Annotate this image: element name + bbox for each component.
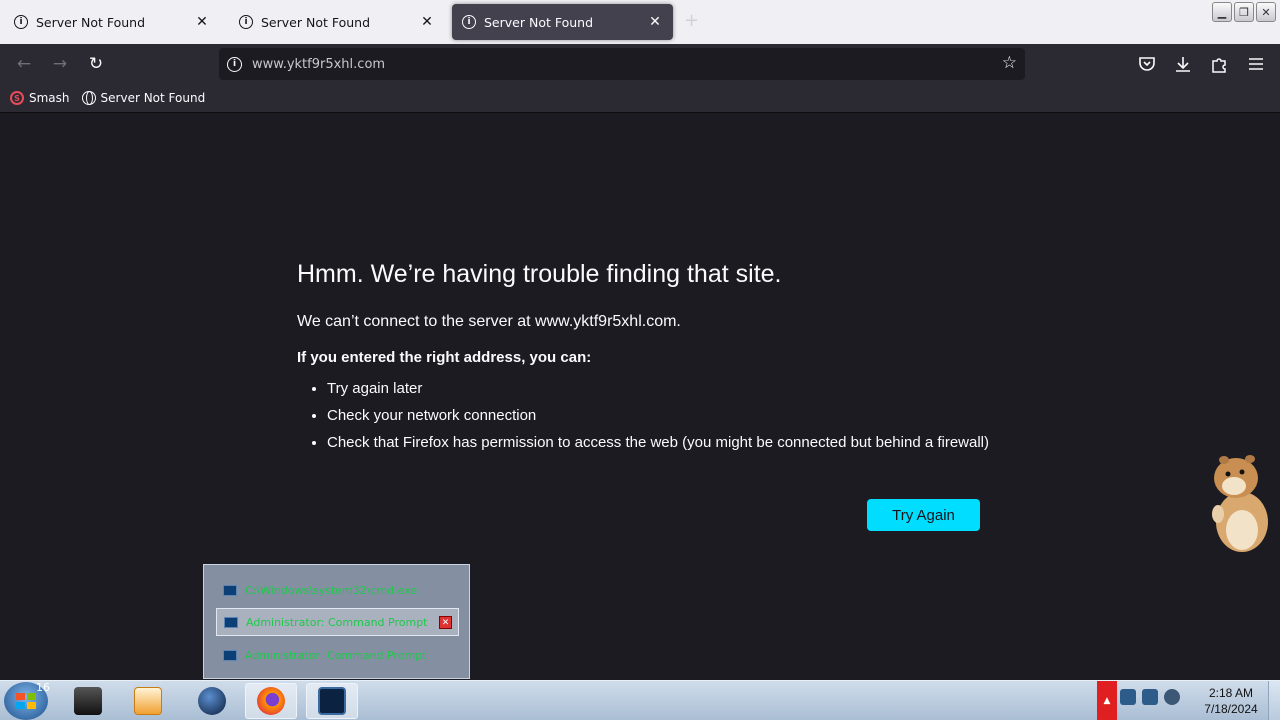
tab-strip: i Server Not Found ✕ i Server Not Found … [0, 0, 1280, 44]
suggestion-item: Check that Firefox has permission to acc… [327, 434, 997, 451]
restore-icon[interactable]: ❐ [1234, 2, 1254, 22]
tray-app-icon[interactable] [1120, 689, 1136, 705]
taskbar-window-preview: C:\Windows\system32\cmd.exe Administrato… [203, 564, 470, 679]
info-icon: i [239, 15, 253, 29]
bookmark-label: Server Not Found [100, 91, 206, 105]
suggestion-item: Check your network connection [327, 407, 997, 424]
system-tray [1120, 689, 1180, 705]
show-hidden-icons-button[interactable]: ▲ [1097, 681, 1117, 720]
bookmark-server-not-found[interactable]: Server Not Found [81, 91, 206, 105]
bookmark-label: Smash [29, 91, 70, 105]
hamster-mascot-image [1212, 455, 1268, 552]
bookmark-star-icon[interactable]: ☆ [1002, 53, 1017, 73]
url-bar[interactable]: i ☆ [219, 48, 1025, 80]
bookmarks-toolbar: S Smash Server Not Found [0, 84, 1280, 113]
windows-logo-icon [16, 693, 36, 709]
taskbar-badge: 16 [36, 681, 50, 694]
close-tab-icon[interactable]: ✕ [647, 14, 663, 30]
downloads-icon[interactable] [1174, 55, 1192, 73]
server-app-icon [74, 687, 102, 715]
tray-display-icon[interactable] [1142, 689, 1158, 705]
tab-1[interactable]: i Server Not Found ✕ [4, 4, 220, 40]
close-window-icon[interactable]: ✕ [439, 616, 452, 629]
url-input[interactable] [252, 56, 952, 72]
tab-title: Server Not Found [484, 14, 594, 30]
tab-3-active[interactable]: i Server Not Found ✕ [452, 4, 673, 40]
pocket-icon[interactable] [1138, 55, 1156, 73]
preview-item-label: Administrator: Command Prompt [246, 615, 428, 629]
media-player-icon [134, 687, 162, 715]
system-clock[interactable]: 2:18 AM 7/18/2024 [1196, 685, 1266, 717]
window-controls: ▁ ❐ ✕ [1212, 2, 1276, 22]
close-window-icon[interactable]: ✕ [1256, 2, 1276, 22]
minimize-icon[interactable]: ▁ [1212, 2, 1232, 22]
preview-item[interactable]: C:\Windows\system32\cmd.exe [216, 576, 459, 604]
clock-date: 7/18/2024 [1204, 702, 1258, 716]
error-message: We can’t connect to the server at www.yk… [297, 313, 681, 330]
suggestion-list: Try again later Check your network conne… [297, 380, 997, 451]
taskbar-app-server[interactable] [62, 683, 114, 719]
info-icon: i [462, 15, 476, 29]
tray-network-icon[interactable] [1164, 689, 1180, 705]
taskbar: 16 ▲ 2:18 AM 7/18/2024 [0, 680, 1280, 720]
taskbar-app-network[interactable] [186, 683, 238, 719]
tab-title: Server Not Found [261, 14, 371, 30]
extensions-icon[interactable] [1210, 55, 1228, 73]
clock-time: 2:18 AM [1208, 686, 1254, 700]
show-desktop-button[interactable] [1268, 681, 1280, 720]
taskbar-app-command-prompt[interactable] [306, 683, 358, 719]
site-info-icon[interactable]: i [227, 56, 242, 72]
taskbar-app-media-player[interactable] [122, 683, 174, 719]
tab-2[interactable]: i Server Not Found ✕ [229, 4, 445, 40]
console-icon [318, 687, 346, 715]
firefox-icon [257, 687, 285, 715]
close-tab-icon[interactable]: ✕ [419, 14, 435, 30]
error-title: Hmm. We’re having trouble finding that s… [297, 260, 782, 288]
console-icon [223, 649, 237, 661]
reload-button[interactable]: ↻ [84, 52, 108, 76]
new-tab-button[interactable]: + [684, 10, 699, 31]
preview-item-label: Administrator: Command Prompt [245, 648, 427, 662]
globe-app-icon [198, 687, 226, 715]
menu-icon[interactable] [1247, 56, 1265, 72]
error-subtitle: If you entered the right address, you ca… [297, 349, 592, 366]
suggestion-item: Try again later [327, 380, 997, 397]
back-button[interactable]: ← [12, 52, 36, 76]
smash-logo-icon: S [10, 91, 24, 105]
info-icon: i [14, 15, 28, 29]
preview-item-label: C:\Windows\system32\cmd.exe [245, 583, 418, 597]
try-again-button[interactable]: Try Again [867, 499, 980, 531]
tab-title: Server Not Found [36, 14, 146, 30]
console-icon [223, 584, 237, 596]
globe-icon [81, 91, 96, 105]
forward-button[interactable]: → [48, 52, 72, 76]
bookmark-smash[interactable]: S Smash [10, 91, 70, 105]
error-content: Hmm. We’re having trouble finding that s… [297, 260, 997, 461]
close-tab-icon[interactable]: ✕ [194, 14, 210, 30]
taskbar-app-firefox[interactable] [245, 683, 297, 719]
console-icon [224, 616, 238, 628]
navigation-toolbar: ← → ↻ i ☆ [0, 44, 1280, 84]
preview-item[interactable]: Administrator: Command Prompt [216, 641, 459, 669]
preview-item-hovered[interactable]: Administrator: Command Prompt ✕ [216, 608, 459, 636]
